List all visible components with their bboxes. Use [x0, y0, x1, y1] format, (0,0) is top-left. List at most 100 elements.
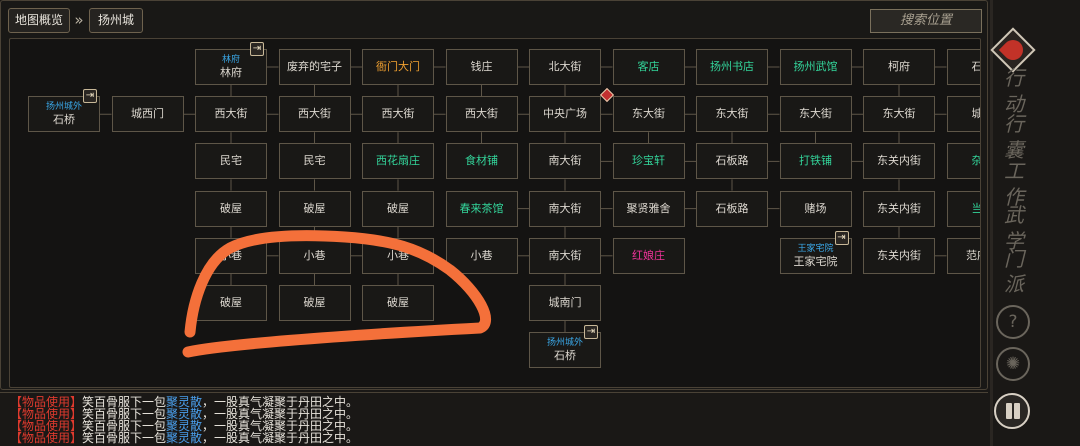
log-text1: 笑百骨服下一包	[82, 431, 167, 445]
location-name: 赌场	[804, 201, 827, 215]
location-name: 民宅	[220, 154, 242, 168]
pause-button[interactable]	[994, 393, 1030, 429]
map-location[interactable]: 南大街	[529, 190, 601, 227]
map-location[interactable]: 扬州书店	[696, 49, 768, 85]
location-name: 城南门	[548, 296, 582, 309]
map-location[interactable]: 钱庄	[445, 49, 518, 85]
message-log[interactable]: 【物品使用】笑百骨服下一包聚灵散，一股真气凝聚于丹田之中。 【物品使用】笑百骨服下…	[0, 392, 988, 446]
map-location[interactable]: 西大街	[362, 96, 434, 133]
map-location[interactable]: 春来茶馆	[445, 190, 518, 227]
wu-icon[interactable]: 武	[994, 201, 1034, 229]
map-location[interactable]: 东关内街	[863, 143, 935, 180]
map-location[interactable]: 赌场	[779, 190, 852, 227]
map-location[interactable]: 城东	[946, 96, 981, 133]
city-breadcrumb[interactable]: 扬州城	[89, 8, 143, 33]
map-location[interactable]: 柯府	[863, 49, 935, 85]
map-location[interactable]: 范府门	[946, 237, 980, 274]
location-name: 扬州书店	[710, 60, 754, 73]
map-location[interactable]: 南大街	[529, 143, 601, 180]
map-location[interactable]: 破屋	[195, 190, 267, 227]
map-location[interactable]: 聚贤雅舍	[612, 190, 685, 227]
location-name: 中央广场	[543, 107, 587, 121]
map-location[interactable]: 破屋	[362, 190, 434, 227]
map-location[interactable]: 东大街	[863, 96, 935, 133]
map-location[interactable]: 石板	[946, 49, 981, 85]
map-location[interactable]: 西大街	[278, 96, 351, 133]
location-name: 西大街	[465, 107, 498, 121]
men-icon[interactable]: 门	[994, 245, 1034, 273]
map-location[interactable]: 小巷	[195, 237, 267, 274]
log-line: 【物品使用】笑百骨服下一包聚灵散，一股真气凝聚于丹田之中。	[10, 432, 358, 445]
search-location-input[interactable]: 搜索位置	[870, 9, 982, 33]
location-subtitle: 扬州城外	[546, 338, 583, 349]
map-location[interactable]: 民宅	[195, 143, 267, 180]
map-location[interactable]: 打铁铺	[779, 143, 852, 180]
location-name: 城东	[972, 107, 981, 121]
map-location[interactable]: 城西门	[111, 96, 184, 133]
location-name: 小巷	[387, 248, 409, 262]
location-name: 客店	[637, 60, 660, 73]
map-location[interactable]: 食材铺	[445, 143, 518, 180]
map-location[interactable]: 客店	[612, 49, 685, 85]
exit-icon[interactable]: ⇥	[834, 230, 849, 245]
pai-icon[interactable]: 派	[994, 270, 1034, 298]
map-location[interactable]: 红娘庄	[612, 237, 685, 274]
map-location[interactable]: 西大街	[195, 96, 267, 133]
location-name: 东大街	[799, 107, 832, 121]
xingdong-icon[interactable]: 行	[994, 64, 1034, 92]
map-location[interactable]: 北大街	[529, 49, 601, 85]
map-location[interactable]: 西花扇庄	[362, 143, 434, 180]
location-name: 杂货	[972, 154, 981, 168]
pause-bar-right	[1014, 403, 1020, 419]
location-name: 衙门大门	[376, 60, 420, 73]
exit-icon[interactable]: ⇥	[250, 42, 264, 56]
map-location[interactable]: 小巷	[278, 237, 351, 274]
help-icon[interactable]: ?	[996, 305, 1030, 339]
location-name: 西大街	[298, 107, 331, 121]
map-location[interactable]: 东大街	[612, 96, 685, 133]
location-name: 东关内街	[877, 201, 921, 215]
location-name: 东关内街	[877, 154, 921, 168]
exit-icon[interactable]: ⇥	[584, 325, 598, 340]
map-location[interactable]: 城南门	[529, 285, 601, 321]
breadcrumb-chevron-icon: »	[74, 11, 84, 29]
location-name: 石板路	[715, 154, 749, 168]
map-location[interactable]: 杂货	[946, 143, 981, 180]
map-location[interactable]: 小巷	[362, 237, 434, 274]
xing2-icon[interactable]: 行	[994, 110, 1034, 138]
map-location[interactable]: 破屋	[362, 285, 434, 321]
map-location[interactable]: 中央广场	[529, 96, 601, 133]
exit-icon[interactable]: ⇥	[83, 89, 97, 104]
location-name: 钱庄	[470, 60, 493, 73]
map-location[interactable]: 扬州武馆	[779, 49, 852, 85]
map-location[interactable]: 当铺	[946, 190, 980, 227]
location-name: 食材铺	[465, 154, 498, 168]
map-location[interactable]: 破屋	[278, 190, 351, 227]
location-subtitle: 扬州城外	[45, 102, 82, 113]
map-location[interactable]: 石板路	[696, 190, 768, 227]
map-location[interactable]: 东大街	[696, 96, 768, 133]
map-location[interactable]: 西大街	[445, 96, 518, 133]
location-name: 石板	[972, 60, 981, 74]
location-name: 西花扇庄	[376, 154, 420, 168]
map-location[interactable]: 东关内街	[863, 190, 935, 227]
map-location[interactable]: 废弃的宅子	[278, 49, 351, 85]
map-location[interactable]: 破屋	[278, 285, 351, 321]
location-name: 破屋	[220, 296, 242, 309]
location-name: 民宅	[303, 154, 326, 168]
map-location[interactable]: 民宅	[278, 143, 351, 180]
map-location[interactable]: 石板路	[696, 143, 768, 180]
location-name: 春来茶馆	[459, 201, 504, 215]
city-map[interactable]: 林府林府⇥废弃的宅子衙门大门钱庄北大街客店扬州书店扬州武馆柯府石板扬州城外石桥⇥…	[9, 38, 981, 388]
map-location[interactable]: 南大街	[529, 237, 601, 274]
map-location[interactable]: 东关内街	[863, 237, 935, 274]
map-location[interactable]: 衙门大门	[362, 49, 434, 85]
map-overview-button[interactable]: 地图概览	[8, 8, 70, 33]
map-location[interactable]: 破屋	[195, 285, 267, 321]
map-location[interactable]: 小巷	[445, 237, 518, 274]
location-name: 范府门	[966, 248, 980, 262]
map-location[interactable]: 珍宝轩	[612, 143, 685, 180]
gong-icon[interactable]: 工	[994, 157, 1034, 185]
map-location[interactable]: 东大街	[779, 96, 852, 133]
settings-gear-icon[interactable]: ✺	[996, 347, 1030, 381]
